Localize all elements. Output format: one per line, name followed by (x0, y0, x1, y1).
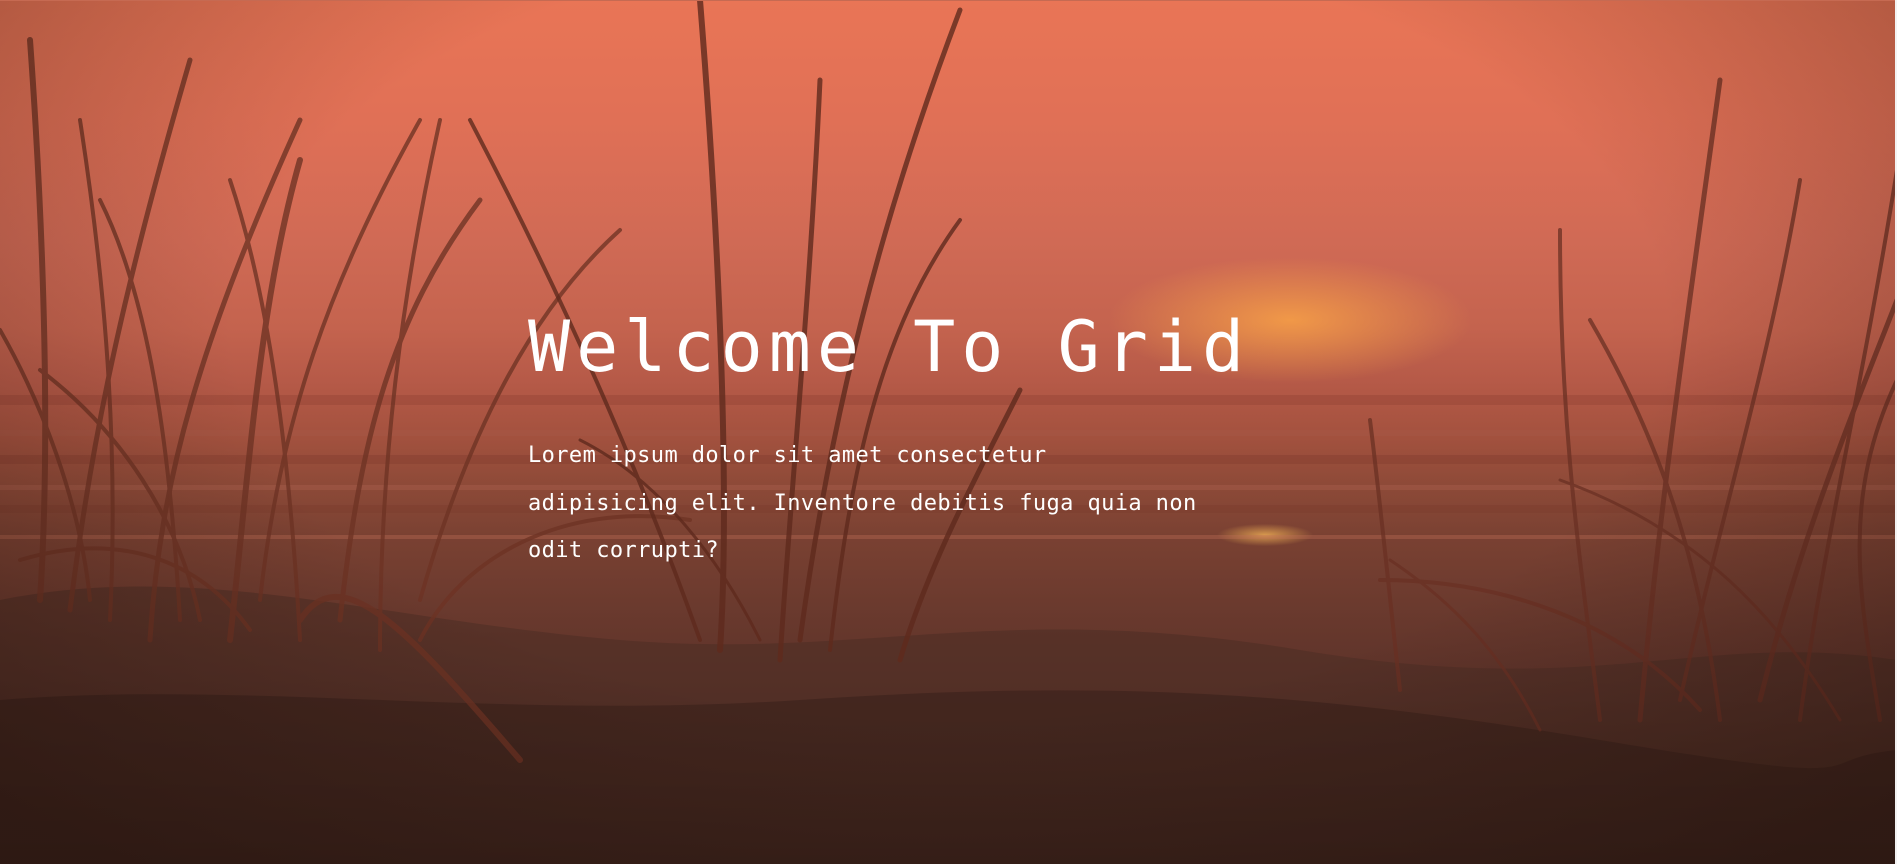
top-border (0, 0, 1897, 1)
hero-section: Welcome To Grid Lorem ipsum dolor sit am… (0, 0, 1897, 864)
hero-title: Welcome To Grid (528, 306, 1251, 388)
hero-content: Welcome To Grid Lorem ipsum dolor sit am… (528, 300, 1251, 575)
hero-description: Lorem ipsum dolor sit amet consectetur a… (528, 443, 1197, 563)
